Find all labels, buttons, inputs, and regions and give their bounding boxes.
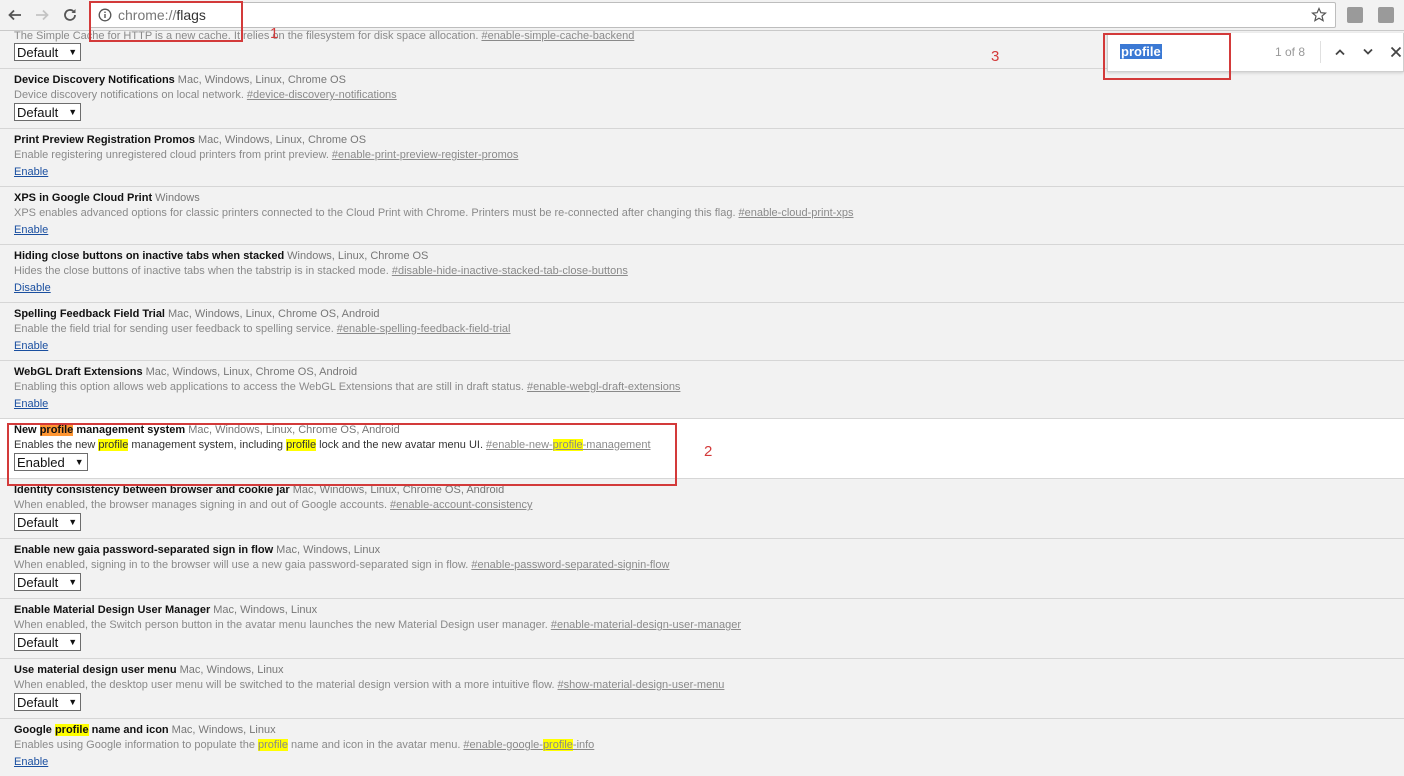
flag-platforms: Mac, Windows, Linux, Chrome OS, Android <box>145 366 358 378</box>
flag-row: XPS in Google Cloud Print Windows XPS ena… <box>0 187 1404 245</box>
flag-anchor[interactable]: #enable-material-design-user-manager <box>551 619 741 631</box>
flag-platforms: Mac, Windows, Linux, Chrome OS <box>197 134 367 146</box>
flag-title: Spelling Feedback Field Trial Mac, Window… <box>14 308 380 320</box>
chevron-up-icon[interactable] <box>1331 43 1349 61</box>
flag-select[interactable]: Default ▼ <box>14 573 82 591</box>
find-match: profile <box>54 724 89 736</box>
flag-select[interactable]: Default ▼ <box>14 43 82 61</box>
flag-anchor[interactable]: #enable-simple-cache-backend <box>481 30 634 42</box>
chevron-down-icon[interactable] <box>1359 43 1377 61</box>
flag-row: Hiding close buttons on inactive tabs wh… <box>0 245 1404 303</box>
flag-row: Use material design user menu Mac, Window… <box>0 659 1404 719</box>
dropdown-caret-icon: ▼ <box>68 577 78 587</box>
flag-title: Enable Material Design User Manager Mac, … <box>14 604 318 616</box>
annotation-number: 1 <box>270 25 279 42</box>
flag-title: WebGL Draft Extensions Mac, Windows, Linu… <box>14 366 358 378</box>
flag-title: XPS in Google Cloud Print Windows <box>14 192 200 204</box>
flag-platforms: Mac, Windows, Linux, Chrome OS <box>177 74 346 86</box>
enable-link[interactable]: Enable <box>14 756 48 768</box>
flag-platforms: Mac, Windows, Linux <box>276 544 381 556</box>
annotation-box-find <box>1103 33 1231 80</box>
dropdown-caret-icon: ▼ <box>68 517 78 527</box>
annotation-number: 2 <box>704 443 713 460</box>
flag-description: Enable registering unregistered cloud pr… <box>14 149 519 161</box>
flag-select[interactable]: Default ▼ <box>14 513 82 531</box>
dropdown-caret-icon: ▼ <box>68 637 78 647</box>
annotation-box-flag <box>7 423 677 486</box>
flag-description: Hides the close buttons of inactive tabs… <box>14 265 628 277</box>
flag-platforms: Mac, Windows, Linux <box>179 664 284 676</box>
flag-platforms: Mac, Windows, Linux <box>171 724 276 736</box>
find-match: profile <box>258 739 288 751</box>
dropdown-caret-icon: ▼ <box>68 107 78 117</box>
flag-anchor[interactable]: #enable-cloud-print-xps <box>739 207 854 219</box>
flag-title: Use material design user menu Mac, Window… <box>14 664 284 676</box>
flag-title: Enable new gaia password-separated sign … <box>14 544 381 556</box>
dropdown-caret-icon: ▼ <box>68 47 78 57</box>
find-divider <box>1320 41 1321 63</box>
flag-platforms: Mac, Windows, Linux, Chrome OS, Android <box>168 308 380 320</box>
flag-anchor[interactable]: #disable-hide-inactive-stacked-tab-close… <box>392 265 628 277</box>
flag-description: Enables using Google information to popu… <box>14 739 595 751</box>
flag-title: Device Discovery Notifications Mac, Windo… <box>14 74 346 86</box>
flag-anchor[interactable]: #enable-print-preview-register-promos <box>332 149 518 161</box>
flag-anchor[interactable]: #device-discovery-notifications <box>247 89 397 101</box>
flag-row: Google profile name and icon Mac, Windows… <box>0 719 1404 776</box>
flag-select[interactable]: Default ▼ <box>14 693 82 711</box>
flag-row: Enable Material Design User Manager Mac, … <box>0 599 1404 659</box>
flag-description: When enabled, the desktop user menu will… <box>14 679 725 691</box>
enable-link[interactable]: Enable <box>14 398 48 410</box>
flag-platforms: Windows <box>155 192 200 204</box>
flag-description: Device discovery notifications on local … <box>14 89 397 101</box>
flag-description: When enabled, the Switch person button i… <box>14 619 741 631</box>
flag-row: WebGL Draft Extensions Mac, Windows, Linu… <box>0 361 1404 419</box>
find-match: profile <box>542 739 573 751</box>
flag-row: Print Preview Registration Promos Mac, Wi… <box>0 129 1404 187</box>
flag-title: Hiding close buttons on inactive tabs wh… <box>14 250 429 262</box>
flag-title: Google profile name and icon Mac, Windows… <box>14 724 276 736</box>
flag-select[interactable]: Default ▼ <box>14 633 82 651</box>
flag-platforms: Mac, Windows, Linux <box>213 604 318 616</box>
flag-description: When enabled, the browser manages signin… <box>14 499 533 511</box>
flag-anchor[interactable]: #enable-webgl-draft-extensions <box>527 381 680 393</box>
flag-anchor[interactable]: #enable-password-separated-signin-flow <box>471 559 669 571</box>
flag-anchor[interactable]: #enable-google-profile-info <box>463 739 594 751</box>
flag-anchor[interactable]: #show-material-design-user-menu <box>558 679 725 691</box>
flag-select[interactable]: Default ▼ <box>14 103 82 121</box>
flag-anchor[interactable]: #enable-account-consistency <box>390 499 532 511</box>
dropdown-caret-icon: ▼ <box>68 697 78 707</box>
flag-description: Enabling this option allows web applicat… <box>14 381 681 393</box>
flag-platforms: Windows, Linux, Chrome OS <box>287 250 429 262</box>
disable-link[interactable]: Disable <box>14 282 51 294</box>
enable-link[interactable]: Enable <box>14 340 48 352</box>
annotation-box-address <box>89 1 243 42</box>
flag-title: Print Preview Registration Promos Mac, Wi… <box>14 134 367 146</box>
flag-row: Enable new gaia password-separated sign … <box>0 539 1404 599</box>
annotation-number: 3 <box>991 48 1000 65</box>
flag-description: Enable the field trial for sending user … <box>14 323 511 335</box>
flag-description: When enabled, signing in to the browser … <box>14 559 670 571</box>
flag-description: XPS enables advanced options for classic… <box>14 207 854 219</box>
flag-row: Spelling Feedback Field Trial Mac, Window… <box>0 303 1404 361</box>
flag-anchor[interactable]: #enable-spelling-feedback-field-trial <box>337 323 511 335</box>
enable-link[interactable]: Enable <box>14 224 48 236</box>
close-icon[interactable] <box>1387 43 1404 61</box>
enable-link[interactable]: Enable <box>14 166 48 178</box>
find-match-count: 1 of 8 <box>1275 45 1306 59</box>
flag-row: Identity consistency between browser and… <box>0 479 1404 539</box>
